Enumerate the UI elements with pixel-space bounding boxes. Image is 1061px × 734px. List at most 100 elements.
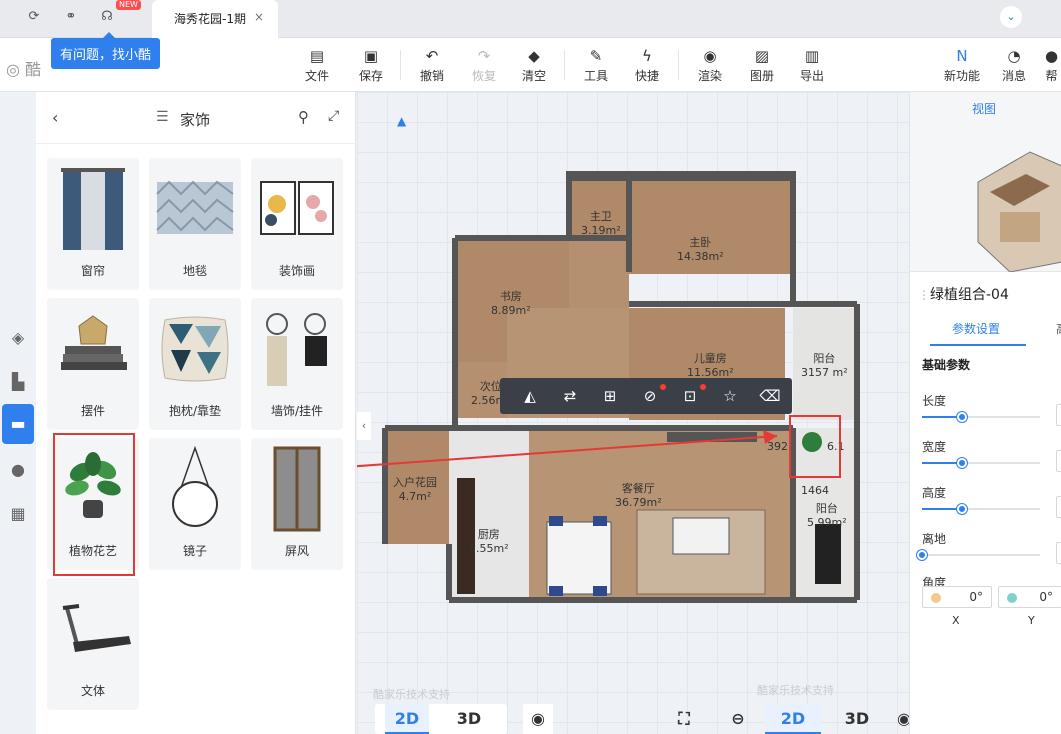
length-label: 长度 <box>922 394 947 408</box>
toolbar-divider <box>400 50 401 80</box>
watermark: 酷家乐技术支持 <box>373 688 450 701</box>
close-icon[interactable]: × <box>254 10 264 24</box>
furniture-icon[interactable]: ▬ <box>2 404 34 444</box>
notification-dot <box>700 384 706 390</box>
tab-params[interactable]: 参数设置 <box>952 320 1000 337</box>
category-label: 文体 <box>80 684 105 698</box>
save-button[interactable]: ▣ 保存 <box>351 46 391 84</box>
category-label: 摆件 <box>80 404 105 418</box>
elevation-input[interactable] <box>1056 542 1061 564</box>
file-label: 文件 <box>304 69 329 83</box>
export-label: 导出 <box>799 69 824 83</box>
help-button[interactable]: ● 帮 <box>1042 46 1061 84</box>
lock-icon[interactable]: ⊡ <box>678 386 702 406</box>
tab-project[interactable]: 海秀花园-1期 × <box>152 0 278 38</box>
tab-other[interactable]: 高 <box>1056 320 1061 337</box>
room-label: 厨房 5.55m² <box>469 528 509 555</box>
view-2d-button[interactable]: 2D <box>385 704 429 734</box>
floorplan-canvas[interactable]: ▲ ‹ 主卫 3.19m² 主卧 14.38m² 书房 8.89m² 儿童房 1… <box>357 92 909 734</box>
height-input[interactable] <box>1056 496 1061 518</box>
category-painting[interactable]: 装饰画 <box>251 158 343 290</box>
selected-object-highlight[interactable] <box>789 415 841 478</box>
length-input[interactable] <box>1056 404 1061 426</box>
cabinet-icon[interactable]: ▦ <box>4 500 32 528</box>
expand-icon[interactable]: ⤢ <box>328 108 339 124</box>
width-slider[interactable] <box>922 458 1040 468</box>
headset-icon[interactable]: ☊ <box>98 8 116 26</box>
redo-button[interactable]: ↷ 恢复 <box>464 46 504 84</box>
view-2d-button[interactable]: 2D <box>765 704 821 734</box>
category-mirror[interactable]: 镜子 <box>149 438 241 570</box>
help-tooltip[interactable]: 有问题，找小酷 <box>51 32 161 69</box>
slider-fill <box>922 508 963 510</box>
screen-icon <box>273 446 321 532</box>
height-slider[interactable] <box>922 504 1040 514</box>
category-label: 装饰画 <box>278 264 315 278</box>
shortcut-button[interactable]: ϟ 快捷 <box>627 46 667 84</box>
chevron-left-icon[interactable]: ‹ <box>52 108 58 127</box>
album-button[interactable]: ▨ 图册 <box>742 46 782 84</box>
room-label: 入户花园 4.7m² <box>393 476 437 503</box>
zoom-out-icon[interactable]: ⊖ <box>723 704 753 734</box>
room-label: 阳台 3157 m² <box>801 352 848 379</box>
list-icon: ☰ <box>156 109 169 125</box>
trash-icon[interactable]: ⌫ <box>758 386 782 406</box>
category-rug[interactable]: 地毯 <box>149 158 241 290</box>
hide-icon[interactable]: ⊘ <box>638 386 662 406</box>
file-button[interactable]: ▤ 文件 <box>297 46 337 84</box>
object-context-menu: ◭ ⇄ ⊞ ⊘ ⊡ ☆ ⌫ <box>500 378 792 414</box>
category-wall-decor[interactable]: 墙饰/挂件 <box>251 298 343 430</box>
slider-knob[interactable] <box>957 412 968 422</box>
width-input[interactable] <box>1056 450 1061 472</box>
star-icon[interactable]: ☆ <box>718 386 742 406</box>
view-preview[interactable]: 视图 <box>910 92 1061 272</box>
object-name: 绿植组合-04 <box>930 287 1009 303</box>
export-button[interactable]: ▥ 导出 <box>792 46 832 84</box>
left-rail: ◈ ▙ ▬ ● ▦ <box>0 92 36 734</box>
top-tab-bar: ⟳ ⚭ ☊ NEW 海秀花园-1期 × ⌄ <box>0 0 1061 38</box>
length-slider[interactable] <box>922 412 1040 422</box>
render-button[interactable]: ◉ 渲染 <box>690 46 730 84</box>
chevron-down-icon[interactable]: ⌄ <box>1000 6 1022 28</box>
eye-icon[interactable]: ◉ <box>523 704 553 734</box>
undo-label: 撤销 <box>419 69 444 83</box>
category-pillow[interactable]: 抱枕/靠垫 <box>149 298 241 430</box>
undo-button[interactable]: ↶ 撤销 <box>412 46 452 84</box>
new-feature-button[interactable]: N 新功能 <box>940 46 984 84</box>
axis-x-label: X <box>952 614 960 627</box>
user-icon[interactable]: ● <box>4 456 32 484</box>
eraser-icon: ◆ <box>528 47 540 65</box>
eye-icon[interactable]: ◉ <box>897 704 909 734</box>
slider-knob[interactable] <box>917 550 927 560</box>
save-icon: ▣ <box>363 47 379 65</box>
elevation-slider[interactable] <box>917 550 1040 560</box>
messages-button[interactable]: ◔ 消息 <box>994 46 1034 84</box>
category-screen[interactable]: 屏风 <box>251 438 343 570</box>
door-icon[interactable]: ▙ <box>4 368 32 396</box>
view-3d-button[interactable]: 3D <box>447 704 491 734</box>
search-icon[interactable]: ⚲ <box>298 108 309 126</box>
tools-button[interactable]: ✎ 工具 <box>576 46 616 84</box>
layers-icon[interactable]: ◈ <box>4 324 32 352</box>
mirror-flip-icon[interactable]: ◭ <box>518 386 542 406</box>
drag-handle-icon[interactable]: ⋮ <box>918 288 930 302</box>
view-label: 视图 <box>972 102 997 116</box>
view-3d-button[interactable]: 3D <box>837 704 877 734</box>
slider-knob[interactable] <box>957 458 968 468</box>
category-ornament[interactable]: 摆件 <box>47 298 139 430</box>
duplicate-icon[interactable]: ⊞ <box>598 386 622 406</box>
section-title: 基础参数 <box>922 358 971 372</box>
clear-button[interactable]: ◆ 清空 <box>514 46 554 84</box>
fit-view-icon[interactable]: ⛶ <box>669 704 699 734</box>
category-sports[interactable]: 文体 <box>47 578 139 710</box>
panel-title: 家饰 <box>180 111 211 129</box>
slider-knob[interactable] <box>957 504 968 514</box>
refresh-icon[interactable]: ⟳ <box>25 8 43 26</box>
link-icon[interactable]: ⚭ <box>62 8 80 26</box>
angle-y-input[interactable]: 0° <box>998 586 1061 608</box>
clear-label: 清空 <box>521 69 546 83</box>
angle-x-input[interactable]: 0° <box>922 586 992 608</box>
swap-icon[interactable]: ⇄ <box>558 386 582 406</box>
tools-label: 工具 <box>583 69 608 83</box>
category-curtain[interactable]: 窗帘 <box>47 158 139 290</box>
